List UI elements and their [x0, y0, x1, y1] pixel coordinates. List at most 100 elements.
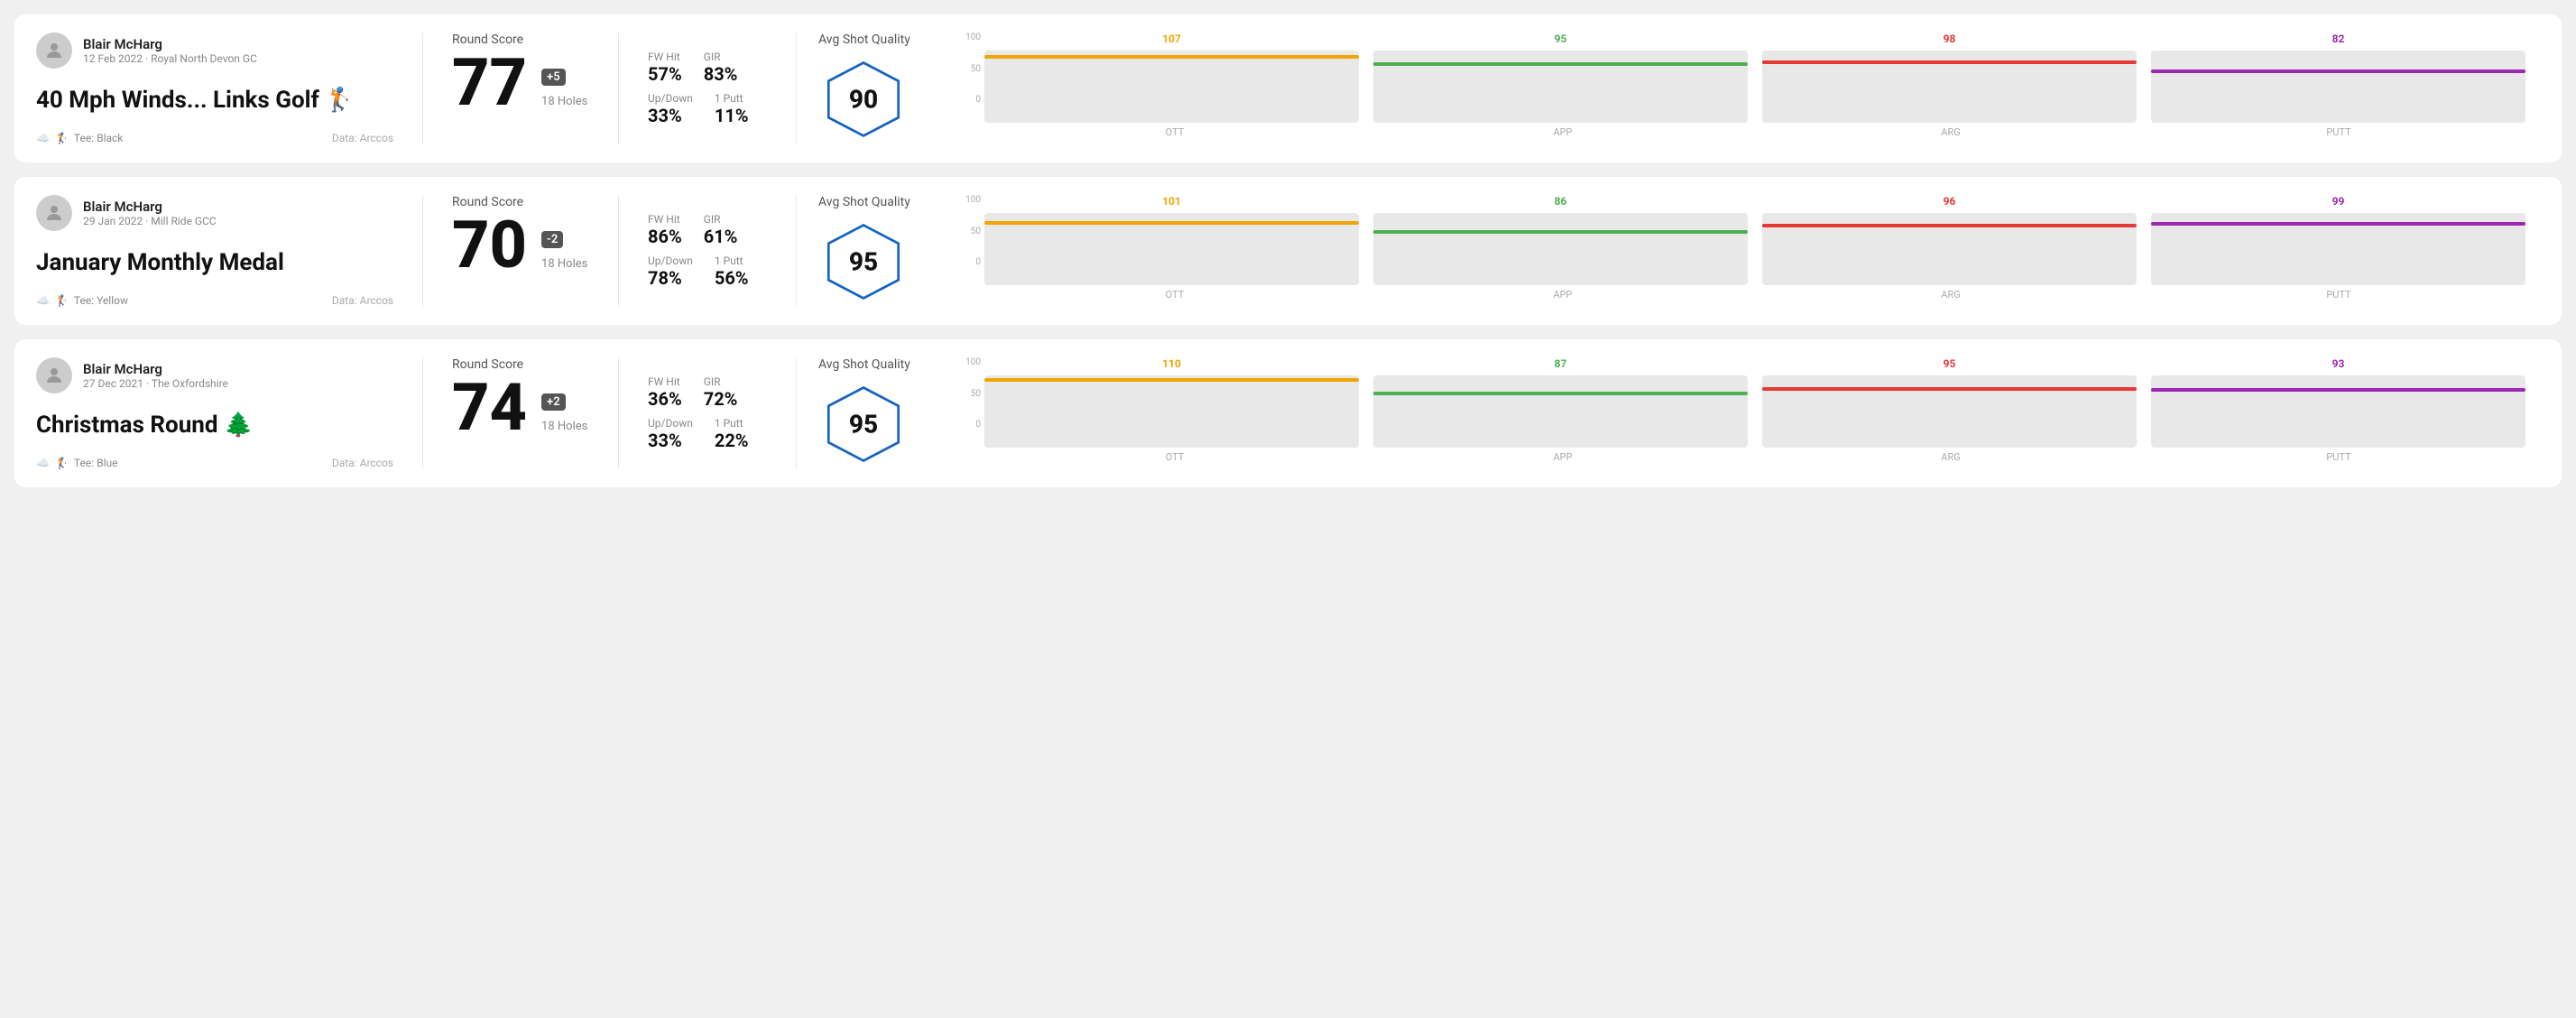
arg-axis-label: ARG: [1764, 451, 2137, 463]
bottom-row: ☁️ 🏌 Tee: Blue Data: Arccos: [36, 457, 393, 469]
round-title: January Monthly Medal: [36, 249, 393, 276]
up-down-label: Up/Down: [648, 255, 693, 267]
tee-info: ☁️ 🏌 Tee: Black: [36, 132, 123, 144]
ott-line: [984, 55, 1359, 59]
hexagon-container: 95: [818, 379, 909, 469]
bottom-row: ☁️ 🏌 Tee: Black Data: Arccos: [36, 132, 393, 144]
fw-hit-label: FW Hit: [648, 51, 682, 63]
putt-bar: [2151, 375, 2525, 448]
arg-axis-label: ARG: [1764, 289, 2137, 301]
divider-2: [618, 195, 619, 307]
gir-label: GIR: [704, 375, 738, 388]
user-meta: 12 Feb 2022 · Royal North Devon GC: [83, 52, 257, 65]
round-card-3: Blair McHarg 27 Dec 2021 · The Oxfordshi…: [14, 339, 2562, 487]
divider-1: [422, 32, 423, 144]
stats-section: FW Hit 36% GIR 72% Up/Down 33% 1 Putt 22…: [626, 357, 789, 469]
divider-3: [796, 195, 797, 307]
user-name: Blair McHarg: [83, 36, 257, 52]
divider-3: [796, 357, 797, 469]
holes-label: 18 Holes: [541, 95, 587, 108]
tee-label: Tee: Yellow: [74, 294, 128, 307]
quality-score: 95: [849, 247, 878, 277]
app-axis-label: APP: [1376, 289, 1750, 301]
gir-label: GIR: [704, 51, 738, 63]
stat-row-1: FW Hit 36% GIR 72%: [648, 375, 767, 410]
quality-section: Avg Shot Quality 95: [804, 195, 948, 307]
putt-value-label: 99: [2332, 195, 2345, 208]
user-row: Blair McHarg 27 Dec 2021 · The Oxfordshi…: [36, 357, 393, 393]
one-putt-value: 56%: [715, 267, 749, 289]
ott-axis-label: OTT: [988, 451, 1362, 463]
gir-label: GIR: [704, 213, 738, 226]
bottom-row: ☁️ 🏌 Tee: Yellow Data: Arccos: [36, 294, 393, 307]
fw-hit-value: 57%: [648, 63, 682, 85]
hexagon: 95: [823, 384, 904, 465]
arg-value-label: 96: [1944, 195, 1956, 208]
putt-col: 82: [2151, 32, 2525, 123]
quality-section: Avg Shot Quality 95: [804, 357, 948, 469]
score-section: Round Score 77 +5 18 Holes: [430, 32, 611, 144]
ott-axis-label: OTT: [988, 126, 1362, 138]
bag-icon: 🏌: [55, 294, 69, 307]
putt-line: [2151, 222, 2525, 226]
user-name: Blair McHarg: [83, 361, 228, 377]
y-0: 0: [975, 257, 981, 267]
putt-bar: [2151, 213, 2525, 285]
arg-line: [1762, 224, 2137, 227]
tee-label: Tee: Black: [74, 132, 123, 144]
full-chart: 100 50 0 101 8: [963, 195, 2525, 301]
one-putt-label: 1 Putt: [715, 255, 749, 267]
round-title: 40 Mph Winds... Links Golf 🏌️: [36, 87, 393, 114]
fw-hit-label: FW Hit: [648, 213, 682, 226]
score-diff-badge: +2: [541, 393, 566, 411]
arg-col: 95: [1762, 357, 2137, 448]
gir-stat: GIR 72%: [704, 375, 738, 410]
stat-row-2: Up/Down 33% 1 Putt 22%: [648, 417, 767, 451]
one-putt-stat: 1 Putt 56%: [715, 255, 749, 289]
round-left-section: Blair McHarg 12 Feb 2022 · Royal North D…: [36, 32, 415, 144]
round-left-section: Blair McHarg 27 Dec 2021 · The Oxfordshi…: [36, 357, 415, 469]
bag-icon: 🏌: [55, 457, 69, 469]
putt-bar: [2151, 51, 2525, 123]
bars-row: 101 86: [984, 195, 2525, 285]
y-50: 50: [971, 227, 981, 236]
fw-hit-value: 36%: [648, 388, 682, 410]
user-info: Blair McHarg 12 Feb 2022 · Royal North D…: [83, 36, 257, 65]
quality-score: 95: [849, 410, 878, 440]
ott-bar: [984, 51, 1359, 123]
putt-line: [2151, 69, 2525, 73]
arg-bar: [1762, 375, 2137, 448]
user-meta: 27 Dec 2021 · The Oxfordshire: [83, 377, 228, 390]
up-down-value: 33%: [648, 105, 693, 126]
data-source: Data: Arccos: [332, 132, 393, 144]
app-line: [1373, 62, 1748, 66]
round-card-1: Blair McHarg 12 Feb 2022 · Royal North D…: [14, 14, 2562, 162]
up-down-label: Up/Down: [648, 92, 693, 105]
chart-section: 100 50 0 107 9: [948, 32, 2540, 144]
score-badge-wrap: +2 18 Holes: [541, 393, 587, 433]
x-axis: OTT APP ARG PUTT: [963, 126, 2525, 138]
gir-value: 72%: [704, 388, 738, 410]
putt-value-label: 93: [2332, 357, 2345, 370]
score-number: 70: [452, 213, 527, 278]
divider-3: [796, 32, 797, 144]
chart-body: 100 50 0 107 9: [963, 32, 2525, 123]
putt-col: 93: [2151, 357, 2525, 448]
hexagon: 95: [823, 221, 904, 302]
y-100: 100: [965, 357, 981, 367]
full-chart: 100 50 0 110 8: [963, 357, 2525, 463]
app-bar: [1373, 51, 1748, 123]
arg-bar: [1762, 51, 2137, 123]
one-putt-value: 11%: [715, 105, 749, 126]
round-title: Christmas Round 🌲: [36, 412, 393, 439]
x-axis: OTT APP ARG PUTT: [963, 451, 2525, 463]
up-down-stat: Up/Down 33%: [648, 417, 693, 451]
chart-section: 100 50 0 110 8: [948, 357, 2540, 469]
arg-bar: [1762, 213, 2137, 285]
hexagon: 90: [823, 59, 904, 140]
stats-section: FW Hit 86% GIR 61% Up/Down 78% 1 Putt 56…: [626, 195, 789, 307]
tee-info: ☁️ 🏌 Tee: Yellow: [36, 294, 128, 307]
avatar: [36, 357, 72, 393]
tee-info: ☁️ 🏌 Tee: Blue: [36, 457, 117, 469]
y-0: 0: [975, 95, 981, 105]
